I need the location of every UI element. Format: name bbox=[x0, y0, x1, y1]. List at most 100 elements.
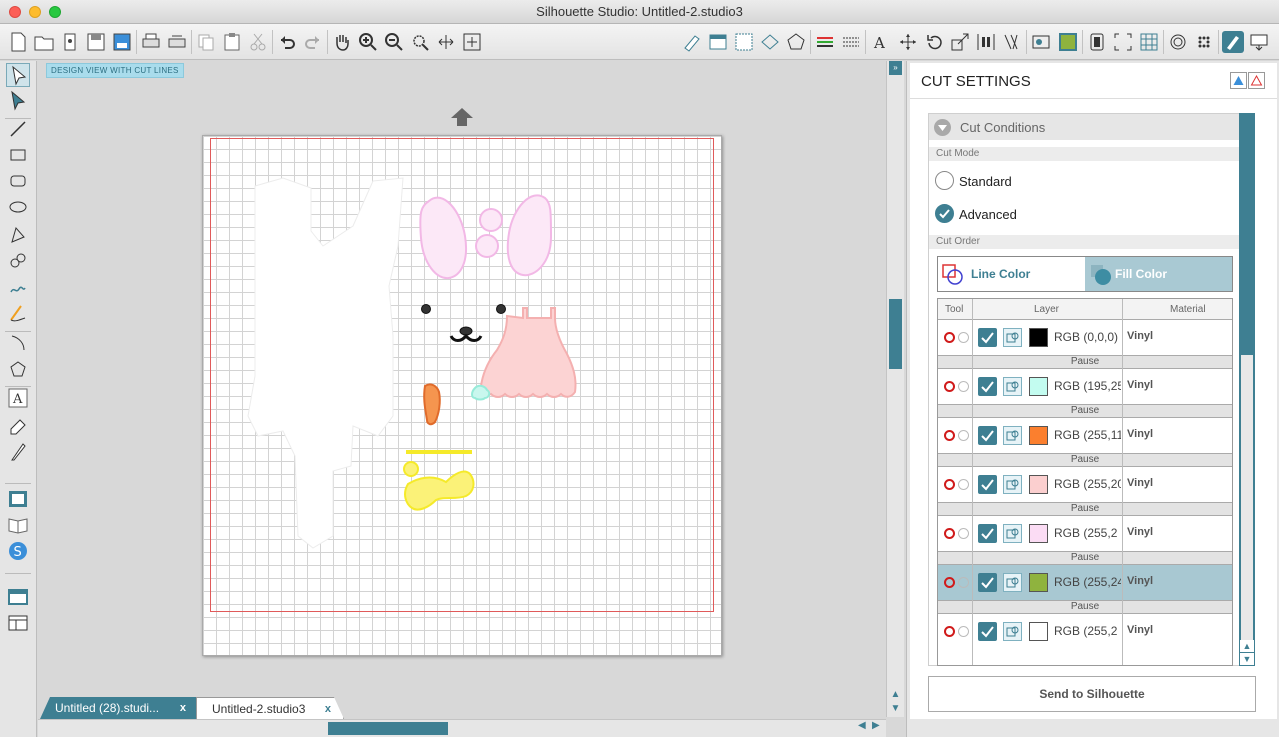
eraser-tool-icon[interactable] bbox=[6, 414, 30, 438]
print-cut-grid-icon[interactable] bbox=[1138, 31, 1160, 53]
zoom-in-icon[interactable] bbox=[357, 31, 379, 53]
layer-enable-checkbox[interactable] bbox=[978, 573, 997, 592]
print-icon[interactable] bbox=[140, 31, 162, 53]
freehand-tool-icon[interactable] bbox=[6, 275, 30, 299]
tool1-indicator-icon[interactable] bbox=[944, 332, 955, 343]
tool2-indicator-icon[interactable] bbox=[958, 332, 969, 343]
undo-icon[interactable] bbox=[276, 31, 298, 53]
scale-icon[interactable] bbox=[949, 31, 971, 53]
ellipse-tool-icon[interactable] bbox=[6, 195, 30, 219]
close-tab-icon[interactable]: x bbox=[325, 698, 331, 720]
tool2-indicator-icon[interactable] bbox=[958, 528, 969, 539]
zoom-window-button[interactable] bbox=[49, 6, 61, 18]
silhouette-store-icon[interactable]: S bbox=[6, 539, 30, 563]
offset-icon[interactable] bbox=[1086, 31, 1108, 53]
tool2-indicator-icon[interactable] bbox=[958, 626, 969, 637]
layer-enable-checkbox[interactable] bbox=[978, 328, 997, 347]
pause-row[interactable]: Pause bbox=[938, 355, 1232, 369]
layer-material-label[interactable]: Vinyl bbox=[1127, 575, 1153, 587]
pause-row[interactable]: Pause bbox=[938, 404, 1232, 418]
layer-material-label[interactable]: Vinyl bbox=[1127, 477, 1153, 489]
scroll-up-arrow-icon[interactable]: ▲ bbox=[889, 689, 902, 701]
cut-scissors-icon[interactable] bbox=[247, 31, 269, 53]
layer-row[interactable]: RGB (255,2 Vinyl bbox=[938, 516, 1232, 551]
line-tool-icon[interactable] bbox=[6, 117, 30, 141]
save-to-library-icon[interactable] bbox=[111, 31, 133, 53]
chevron-down-icon[interactable] bbox=[934, 119, 951, 136]
align-icon[interactable] bbox=[975, 31, 997, 53]
knife-tool-icon[interactable] bbox=[6, 440, 30, 464]
scroll-down-arrow-icon[interactable]: ▼ bbox=[889, 703, 902, 715]
text-style-icon[interactable]: A bbox=[869, 31, 891, 53]
tool1-indicator-icon[interactable] bbox=[944, 381, 955, 392]
single-view-icon[interactable] bbox=[6, 585, 30, 609]
split-view-icon[interactable] bbox=[6, 611, 30, 635]
layer-row[interactable]: RGB (195,25 Vinyl bbox=[938, 369, 1232, 404]
shape-tool-icon[interactable] bbox=[785, 31, 807, 53]
redo-icon[interactable] bbox=[302, 31, 324, 53]
layer-row[interactable]: RGB (255,2 Vinyl bbox=[938, 614, 1232, 649]
copy-icon[interactable] bbox=[195, 31, 217, 53]
close-window-button[interactable] bbox=[9, 6, 21, 18]
rotate-icon[interactable] bbox=[923, 31, 945, 53]
layer-material-label[interactable]: Vinyl bbox=[1127, 624, 1153, 636]
open-book-icon[interactable] bbox=[6, 513, 30, 537]
standard-radio[interactable] bbox=[935, 171, 954, 190]
replicate-icon[interactable] bbox=[1001, 31, 1023, 53]
rounded-rectangle-tool-icon[interactable] bbox=[6, 169, 30, 193]
layer-row[interactable]: RGB (0,0,0) Vinyl bbox=[938, 320, 1232, 355]
layer-enable-checkbox[interactable] bbox=[978, 524, 997, 543]
pause-row[interactable]: Pause bbox=[938, 600, 1232, 614]
send-to-silhouette-button[interactable]: Send to Silhouette bbox=[928, 676, 1256, 712]
library-icon[interactable] bbox=[59, 31, 81, 53]
text-tool-icon[interactable]: A bbox=[6, 386, 30, 410]
zoom-selection-icon[interactable] bbox=[409, 31, 431, 53]
horizontal-scroll-thumb[interactable] bbox=[328, 722, 448, 735]
tool1-indicator-icon[interactable] bbox=[944, 626, 955, 637]
point-edit-tool-icon[interactable] bbox=[6, 89, 30, 113]
tool2-indicator-icon[interactable] bbox=[958, 577, 969, 588]
page-setup-icon[interactable] bbox=[707, 31, 729, 53]
layer-enable-checkbox[interactable] bbox=[978, 475, 997, 494]
fill-color-order-button[interactable]: Fill Color bbox=[1085, 257, 1232, 291]
print-cut-icon[interactable] bbox=[166, 31, 188, 53]
pause-row[interactable]: Pause bbox=[938, 453, 1232, 467]
line-color-order-button[interactable]: Line Color bbox=[938, 257, 1085, 291]
tool1-indicator-icon[interactable] bbox=[944, 479, 955, 490]
registration-marks-icon[interactable] bbox=[759, 31, 781, 53]
spiral-icon[interactable] bbox=[1167, 31, 1189, 53]
save-icon[interactable] bbox=[85, 31, 107, 53]
cut-settings-icon[interactable] bbox=[1222, 31, 1244, 53]
drag-zoom-icon[interactable] bbox=[435, 31, 457, 53]
cut-conditions-scroll-thumb[interactable] bbox=[1241, 355, 1253, 640]
polygon-tool-icon[interactable] bbox=[6, 223, 30, 247]
collapse-panel-button[interactable]: » bbox=[889, 61, 902, 75]
minimize-window-button[interactable] bbox=[29, 6, 41, 18]
nest-icon[interactable] bbox=[1030, 31, 1052, 53]
tool2-indicator-icon[interactable] bbox=[958, 479, 969, 490]
pan-hand-icon[interactable] bbox=[331, 31, 353, 53]
transform-icon[interactable] bbox=[897, 31, 919, 53]
cutting-mat-page[interactable] bbox=[202, 135, 722, 656]
cut-conditions-header[interactable]: Cut Conditions bbox=[929, 114, 1239, 140]
cut-conditions-scrollbar[interactable]: ▲ ▼ bbox=[1239, 113, 1255, 666]
select-tool-icon[interactable] bbox=[6, 63, 30, 87]
layer-material-label[interactable]: Vinyl bbox=[1127, 330, 1153, 342]
tool1-indicator-icon[interactable] bbox=[944, 528, 955, 539]
bunny-design-artwork[interactable] bbox=[203, 136, 723, 657]
panel-collapse-icon[interactable] bbox=[1230, 72, 1247, 89]
scroll-left-arrow-icon[interactable]: ◀ bbox=[858, 720, 870, 736]
trace-icon[interactable] bbox=[1112, 31, 1134, 53]
vertical-scroll-thumb[interactable] bbox=[889, 299, 902, 369]
library-view-icon[interactable] bbox=[6, 487, 30, 511]
tool1-indicator-icon[interactable] bbox=[944, 577, 955, 588]
paste-icon[interactable] bbox=[221, 31, 243, 53]
grid-icon[interactable] bbox=[733, 31, 755, 53]
panel-expand-icon[interactable] bbox=[1248, 72, 1265, 89]
rectangle-tool-icon[interactable] bbox=[6, 143, 30, 167]
pause-row[interactable]: Pause bbox=[938, 551, 1232, 565]
tab-untitled-28[interactable]: Untitled (28).studi... x bbox=[40, 697, 198, 719]
tool1-indicator-icon[interactable] bbox=[944, 430, 955, 441]
close-tab-icon[interactable]: x bbox=[180, 697, 186, 719]
send-to-silhouette-icon[interactable] bbox=[1248, 31, 1270, 53]
